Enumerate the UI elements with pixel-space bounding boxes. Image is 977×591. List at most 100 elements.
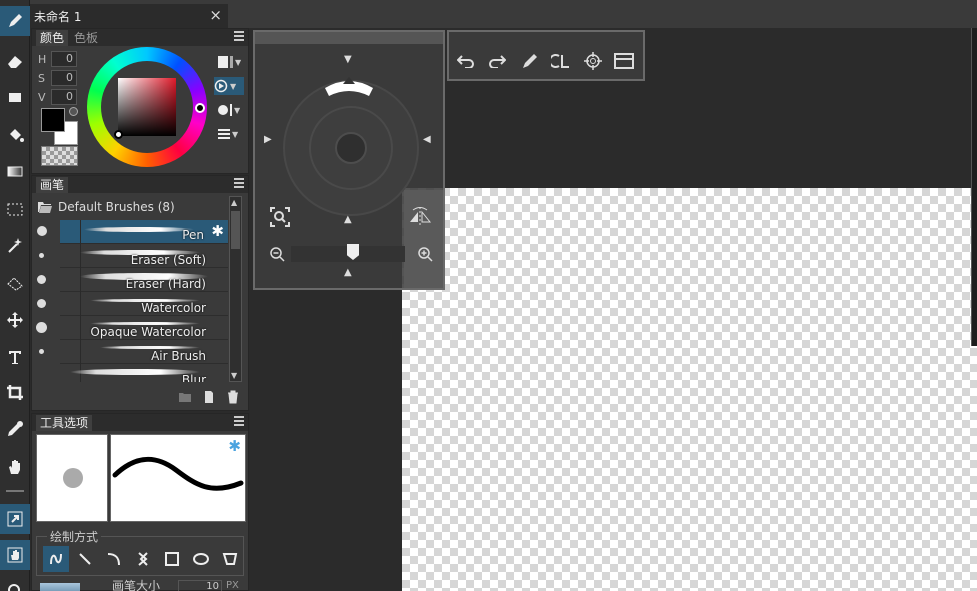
rotation-indicator[interactable] [321, 72, 377, 98]
brush-item-eraser-hard[interactable]: Eraser (Hard) [37, 268, 228, 292]
redo-icon[interactable] [486, 50, 508, 72]
trash-icon[interactable] [226, 390, 240, 404]
color-mode-square-icon[interactable]: ▼ [218, 53, 246, 71]
eraser-tool-icon[interactable] [0, 46, 30, 76]
value-field[interactable]: 0 [51, 89, 77, 105]
panel-menu-icon[interactable] [234, 416, 244, 428]
brush-name: Eraser (Soft) [130, 253, 206, 267]
tab-brush[interactable]: 画笔 [36, 177, 69, 193]
scroll-thumb[interactable] [231, 211, 240, 249]
scroll-left-icon[interactable]: ▶ [264, 134, 272, 145]
color-mode-wheel-icon[interactable]: ▼ [214, 77, 244, 95]
select-pen-tool-icon[interactable] [0, 268, 30, 298]
zoom-out-icon[interactable] [269, 246, 285, 262]
move-tool-icon[interactable] [0, 305, 30, 335]
brush-item-air-brush[interactable]: Air Brush [39, 340, 228, 364]
fit-view-icon[interactable] [269, 206, 291, 228]
freehand-mode-icon[interactable] [43, 546, 69, 572]
drawing-canvas[interactable] [402, 188, 977, 591]
navigator-drag-handle[interactable] [255, 32, 443, 44]
rotation-dial[interactable] [283, 80, 419, 216]
eyedropper-tool-icon[interactable] [0, 414, 30, 444]
undo-icon[interactable] [455, 50, 477, 72]
panel-menu-icon[interactable] [234, 178, 244, 190]
hue-handle[interactable] [195, 103, 205, 113]
magic-wand-tool-icon[interactable] [0, 230, 30, 260]
zoom-slider[interactable] [291, 244, 405, 262]
gear-icon[interactable]: ✱ [211, 222, 224, 240]
brush-item-eraser-soft[interactable]: Eraser (Soft) [39, 244, 228, 268]
vertical-scrollbar[interactable] [971, 28, 977, 346]
fill-bucket-tool-icon[interactable] [0, 120, 30, 150]
close-icon[interactable]: × [209, 6, 222, 24]
brush-name: Blur [181, 373, 206, 382]
color-mode-list-icon[interactable]: ▼ [218, 125, 246, 143]
window-icon[interactable] [613, 50, 635, 72]
crop-tool-icon[interactable] [0, 378, 30, 408]
new-folder-icon[interactable] [178, 390, 192, 404]
polyline-mode-icon[interactable] [130, 546, 156, 572]
pen-icon[interactable] [519, 50, 541, 72]
snap-toggle-icon[interactable] [0, 504, 30, 534]
saturation-row: S 0 [38, 70, 77, 86]
swap-colors-icon[interactable] [69, 107, 78, 116]
folder-open-icon [38, 202, 52, 213]
hue-field[interactable]: 0 [51, 51, 77, 67]
brush-size-field[interactable]: 10 [178, 580, 222, 591]
brush-name: Eraser (Hard) [125, 277, 206, 291]
zoom-reset-icon[interactable]: ▲ [344, 267, 352, 278]
saturation-value-square[interactable] [118, 78, 176, 136]
document-tab[interactable]: 未命名 1 × [30, 4, 228, 28]
line-mode-icon[interactable] [72, 546, 98, 572]
transparent-color-swatch[interactable] [41, 146, 78, 166]
panel-menu-icon[interactable] [234, 31, 244, 43]
brush-item-blur[interactable]: Blur [60, 364, 228, 382]
rectangle-tool-icon[interactable] [0, 82, 30, 112]
flip-panel [404, 190, 443, 288]
nav-center[interactable] [335, 132, 367, 164]
brush-folder-row[interactable]: Default Brushes (8) [38, 198, 175, 216]
saturation-label: S [38, 71, 45, 85]
scroll-up-icon[interactable]: ▼ [344, 54, 352, 65]
brush-list-scrollbar[interactable]: ▲ ▼ [229, 196, 242, 382]
tab-swatches[interactable]: 色板 [70, 30, 102, 46]
document-tab-title: 未命名 1 [34, 9, 82, 24]
scroll-down-icon[interactable]: ▲ [344, 214, 352, 225]
select-rect-tool-icon[interactable] [0, 194, 30, 224]
tab-color[interactable]: 颜色 [36, 30, 69, 46]
sv-handle[interactable] [114, 130, 123, 139]
brush-size-dot [39, 349, 44, 354]
navigator-overlay[interactable]: ▼ ▶ ◀ ▲ ▲ [253, 30, 445, 290]
clear-layer-icon[interactable] [550, 50, 572, 72]
brush-item-opaque-watercolor[interactable]: Opaque Watercolor [36, 316, 228, 340]
scroll-right-icon[interactable]: ◀ [423, 134, 431, 145]
ellipse-mode-icon[interactable] [188, 546, 214, 572]
zoom-in-icon[interactable] [417, 246, 433, 262]
tool-options-panel: 工具选项 ✱ 绘制方式 画笔大小 10 PX [31, 413, 249, 591]
foreground-color-swatch[interactable] [41, 108, 65, 132]
pen-tool-icon[interactable] [0, 6, 30, 36]
brush-size-dot [37, 275, 46, 284]
brush-size-dot [39, 253, 44, 258]
scroll-up-icon[interactable]: ▲ [231, 198, 237, 207]
text-tool-icon[interactable] [0, 342, 30, 372]
curve-mode-icon[interactable] [101, 546, 127, 572]
rectangle-mode-icon[interactable] [159, 546, 185, 572]
polygon-mode-icon[interactable] [217, 546, 243, 572]
target-icon[interactable] [582, 50, 604, 72]
brush-item-pen[interactable]: Pen ✱ [37, 220, 228, 244]
new-brush-icon[interactable] [202, 390, 216, 404]
hand-toggle-icon[interactable] [0, 540, 30, 570]
zoom-slider-handle[interactable] [347, 244, 359, 260]
brush-item-watercolor[interactable]: Watercolor [37, 292, 228, 316]
color-mode-dot-icon[interactable]: ▼ [218, 101, 246, 119]
hand-tool-icon[interactable] [0, 452, 30, 482]
flip-horizontal-icon[interactable] [407, 206, 433, 228]
scroll-down-icon[interactable]: ▼ [231, 371, 237, 380]
saturation-field[interactable]: 0 [51, 70, 77, 86]
gear-icon[interactable]: ✱ [228, 437, 241, 455]
brush-size-dot [37, 226, 47, 236]
tab-tool-options[interactable]: 工具选项 [36, 415, 93, 431]
gradient-tool-icon[interactable] [0, 156, 30, 186]
search-tool-icon[interactable] [0, 574, 30, 591]
